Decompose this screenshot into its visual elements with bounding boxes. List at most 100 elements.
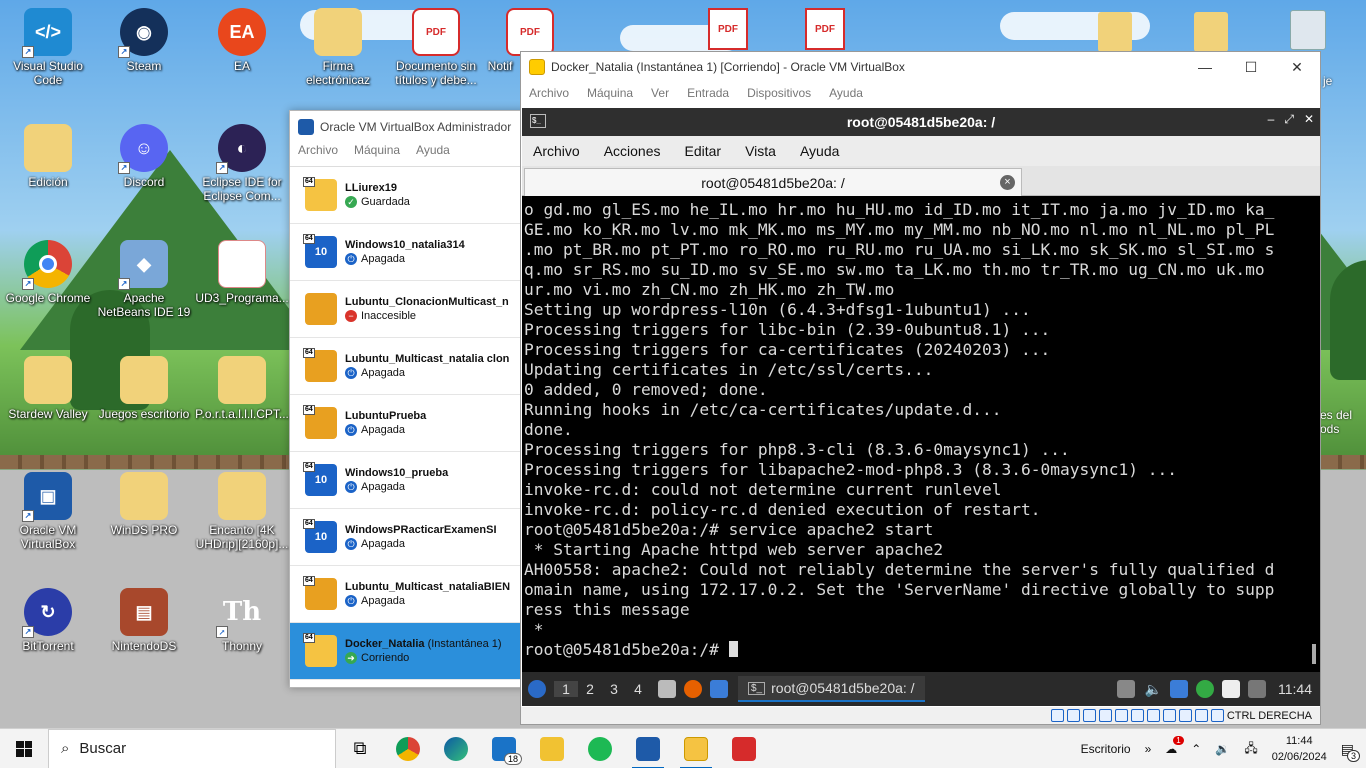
desktop-icon-edicion[interactable]: Edición bbox=[0, 124, 96, 189]
keyboard-capture-icon[interactable] bbox=[1210, 709, 1224, 722]
vm-list-item[interactable]: Lubuntu_ClonacionMulticast_n − Inaccesibl… bbox=[290, 281, 534, 338]
cpu-icon[interactable] bbox=[1178, 709, 1192, 722]
workspace-1[interactable]: 1 bbox=[554, 681, 578, 697]
audio-icon[interactable] bbox=[1082, 709, 1096, 722]
show-hidden-icons[interactable]: ⌃ bbox=[1191, 742, 1201, 756]
desktop-icon-eclipse[interactable]: ◐ ↗ Eclipse IDE for Eclipse Com... bbox=[194, 124, 290, 203]
notifications-icon[interactable]: ▤ 3 bbox=[1341, 741, 1360, 762]
close-button[interactable]: ✕ bbox=[1304, 112, 1314, 127]
recording-icon[interactable] bbox=[1162, 709, 1176, 722]
lubuntu-menu-icon[interactable] bbox=[528, 680, 546, 698]
network-icon[interactable]: 🖧 bbox=[1244, 739, 1257, 760]
taskbar-clock[interactable]: 11:44 02/06/2024 bbox=[1272, 733, 1327, 765]
desktop-icon-discord[interactable]: ☺ ↗ Discord bbox=[96, 124, 192, 189]
taskbar-chrome[interactable] bbox=[384, 729, 432, 768]
workspace-3[interactable]: 3 bbox=[602, 681, 626, 697]
pdf-icon[interactable]: PDF bbox=[805, 8, 845, 50]
guest-screen[interactable]: $_ root@05481d5be20a: / – ⤢ ✕ Archivo Ac… bbox=[522, 108, 1320, 706]
update-icon[interactable] bbox=[1196, 680, 1214, 698]
desktop-icon-portal[interactable]: P.o.r.t.a.l.l.l.CPT... bbox=[194, 356, 290, 421]
menu-ver[interactable]: Ver bbox=[651, 86, 669, 100]
desktop-icon-stardew[interactable]: Stardew Valley bbox=[0, 356, 96, 421]
taskbar-search[interactable]: ⌕ Buscar bbox=[48, 728, 336, 768]
desktop-icon-virtualbox[interactable]: ▣ ↗ Oracle VM VirtualBox bbox=[0, 472, 96, 551]
menu-archivo[interactable]: Archivo bbox=[529, 86, 569, 100]
menu-acciones[interactable]: Acciones bbox=[604, 143, 661, 159]
mouse-integration-icon[interactable] bbox=[1194, 709, 1208, 722]
vm-list-item[interactable]: 64 LLiurex19 ✓ Guardada bbox=[290, 167, 534, 224]
desktop-icon-juegos[interactable]: Juegos escritorio bbox=[96, 356, 192, 421]
desktop-icon-ea[interactable]: EA EA bbox=[194, 8, 290, 73]
minimize-button[interactable]: – bbox=[1268, 112, 1275, 127]
terminal-output[interactable]: o gd.mo gl_ES.mo he_IL.mo hr.mo hu_HU.mo… bbox=[524, 198, 1299, 672]
weather-icon[interactable]: ☁ 1 bbox=[1165, 736, 1184, 756]
panel-clock[interactable]: 11:44 bbox=[1278, 681, 1312, 697]
volume-icon[interactable]: 🔉 bbox=[1215, 742, 1230, 756]
hdd-icon[interactable] bbox=[1050, 709, 1064, 722]
close-tab-icon[interactable]: × bbox=[1000, 175, 1015, 190]
taskbar-vm[interactable] bbox=[672, 729, 720, 768]
vm-list-item[interactable]: 64 Docker_Natalia (Instantánea 1) ➜ Corri… bbox=[290, 623, 534, 680]
menu-editar[interactable]: Editar bbox=[685, 143, 722, 159]
menu-ayuda[interactable]: Ayuda bbox=[800, 143, 839, 159]
taskbar-mail[interactable]: 18 bbox=[480, 729, 528, 768]
vm-list-item[interactable]: 64 LubuntuPrueba ⏻ Apagada bbox=[290, 395, 534, 452]
network-adapter-icon[interactable] bbox=[1098, 709, 1112, 722]
desktop-icon-winds[interactable]: WinDS PRO bbox=[96, 472, 192, 537]
display-icon[interactable] bbox=[1146, 709, 1160, 722]
desktop-icon-thonny[interactable]: Th ↗ Thonny bbox=[194, 588, 290, 653]
screen-icon[interactable] bbox=[1248, 680, 1266, 698]
desktop-icon-firma[interactable]: Firma electrónicaz bbox=[290, 8, 386, 87]
optical-drive-icon[interactable] bbox=[1066, 709, 1080, 722]
desktop-toolbar-label[interactable]: Escritorio bbox=[1081, 742, 1131, 756]
workspace-4[interactable]: 4 bbox=[626, 681, 650, 697]
terminal-scrollbar[interactable] bbox=[1304, 200, 1318, 672]
scrollbar-thumb[interactable] bbox=[1312, 644, 1316, 664]
recycle-bin-icon[interactable] bbox=[1290, 10, 1326, 50]
vm-list-item[interactable]: 64 Lubuntu_Multicast_natalia clon ⏻ Apaga… bbox=[290, 338, 534, 395]
desktop-icon-chrome[interactable]: ↗ Google Chrome bbox=[0, 240, 96, 305]
vm-list-item[interactable]: 64 10 Windows10_natalia314 ⏻ Apagada bbox=[290, 224, 534, 281]
folder-icon[interactable] bbox=[1194, 12, 1228, 52]
show-desktop-icon[interactable] bbox=[710, 680, 728, 698]
volume-icon[interactable]: 🔈 bbox=[1145, 681, 1162, 698]
taskbar-spotify[interactable] bbox=[576, 729, 624, 768]
menu-ayuda[interactable]: Ayuda bbox=[829, 86, 863, 100]
vm-list-item[interactable]: 64 Lubuntu_Multicast_nataliaBIEN ⏻ Apagad… bbox=[290, 566, 534, 623]
desktop-icon-steam[interactable]: ◉ ↗ Steam bbox=[96, 8, 192, 73]
menu-vista[interactable]: Vista bbox=[745, 143, 776, 159]
network-icon[interactable] bbox=[1170, 680, 1188, 698]
menu-archivo[interactable]: Archivo bbox=[298, 143, 338, 166]
terminal-prompt-line[interactable]: root@05481d5be20a:/# bbox=[524, 640, 1299, 660]
terminal-tab[interactable]: root@05481d5be20a: / × bbox=[524, 168, 1022, 196]
clipboard-icon[interactable] bbox=[1116, 680, 1135, 698]
task-view-button[interactable]: ⧉ bbox=[336, 729, 384, 768]
taskbar-virtualbox[interactable] bbox=[624, 729, 672, 768]
file-manager-icon[interactable] bbox=[658, 680, 676, 698]
start-button[interactable] bbox=[0, 729, 48, 768]
taskbar-edge[interactable] bbox=[432, 729, 480, 768]
menu-maquina[interactable]: Máquina bbox=[587, 86, 633, 100]
pdf-icon[interactable]: PDF bbox=[708, 8, 748, 50]
taskbar-acrobat[interactable] bbox=[720, 729, 768, 768]
maximize-button[interactable]: ☐ bbox=[1228, 52, 1274, 82]
firefox-icon[interactable] bbox=[684, 680, 702, 698]
minimize-button[interactable]: — bbox=[1182, 52, 1228, 82]
desktop-icon-nintendods[interactable]: ▤ NintendoDS bbox=[96, 588, 192, 653]
desktop-icon-bittorrent[interactable]: ↻ ↗ BitTorrent bbox=[0, 588, 96, 653]
menu-ayuda[interactable]: Ayuda bbox=[416, 143, 450, 166]
taskbar-explorer[interactable] bbox=[528, 729, 576, 768]
menu-entrada[interactable]: Entrada bbox=[687, 86, 729, 100]
desktop-icon-vscode[interactable]: </> ↗ Visual Studio Code bbox=[0, 8, 96, 87]
vm-list-item[interactable]: 64 10 Windows10_prueba ⏻ Apagada bbox=[290, 452, 534, 509]
desktop-icon-ud3[interactable]: UD3_Programa... bbox=[194, 240, 290, 305]
maximize-button[interactable]: ⤢ bbox=[1284, 112, 1294, 127]
folder-icon[interactable] bbox=[1098, 12, 1132, 52]
shared-folders-icon[interactable] bbox=[1130, 709, 1144, 722]
taskbar-terminal-task[interactable]: $_ root@05481d5be20a: / bbox=[738, 676, 925, 702]
terminal-titlebar[interactable]: $_ root@05481d5be20a: / – ⤢ ✕ bbox=[522, 108, 1320, 136]
menu-dispositivos[interactable]: Dispositivos bbox=[747, 86, 811, 100]
usb-icon[interactable] bbox=[1114, 709, 1128, 722]
desktop-icon-netbeans[interactable]: ◆ ↗ Apache NetBeans IDE 19 bbox=[96, 240, 192, 319]
workspace-2[interactable]: 2 bbox=[578, 681, 602, 697]
